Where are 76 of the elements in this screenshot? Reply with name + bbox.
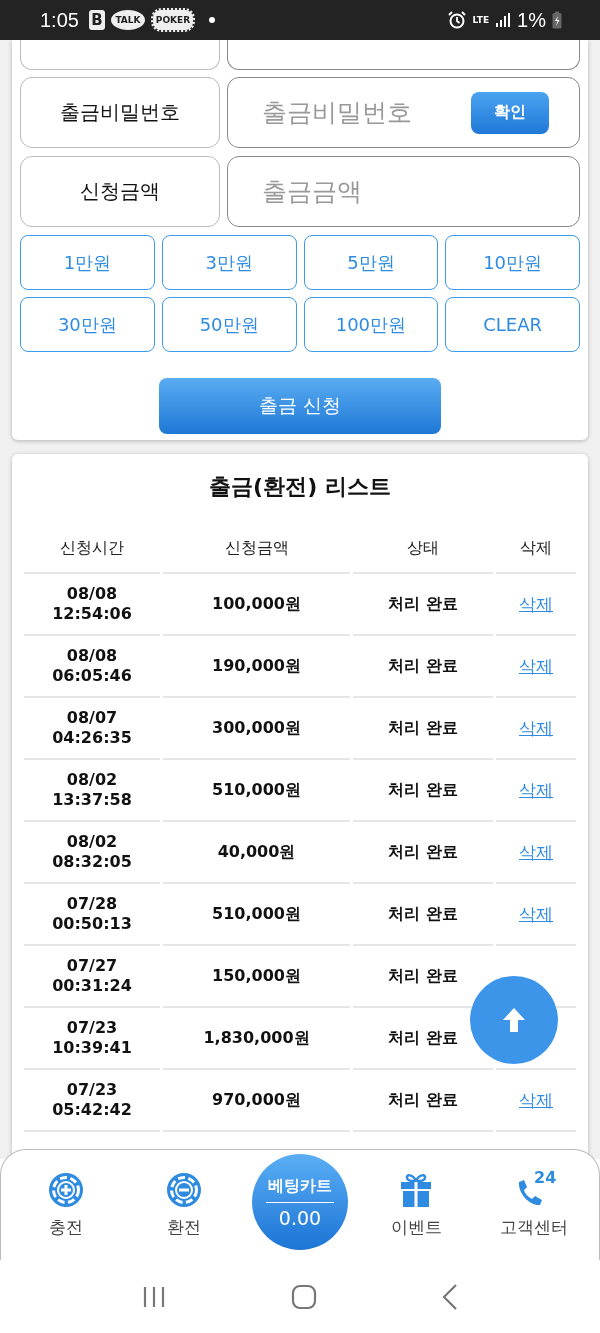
table-cell: 510,000원 [163, 884, 350, 946]
amount-button[interactable]: 10만원 [445, 235, 580, 290]
chat-notification-icon: TALK [110, 10, 145, 30]
table-cell: 08/02 08:32:05 [24, 822, 160, 884]
battery-charging-icon [552, 11, 562, 29]
table-cell: 300,000원 [163, 698, 350, 760]
table-cell: 07/28 00:50:13 [24, 884, 160, 946]
column-header: 신청시간 [24, 524, 160, 574]
delete-link[interactable]: 삭제 [519, 716, 553, 740]
field-label: 출금비밀번호 [20, 77, 220, 148]
table-cell: 07/27 00:31:24 [24, 946, 160, 1008]
table-cell: 970,000원 [163, 1070, 350, 1132]
nav-label[interactable]: 이벤트 [390, 1215, 442, 1239]
table-cell: 처리 완료 [353, 1070, 493, 1132]
table-cell: 07/23 10:39:41 [24, 1008, 160, 1070]
table-cell: 08/02 13:37:58 [24, 760, 160, 822]
table-cell: 510,000원 [163, 760, 350, 822]
plus-chip-icon[interactable] [48, 1171, 84, 1208]
amount-button[interactable]: 1만원 [20, 235, 155, 290]
delete-link[interactable]: 삭제 [519, 1088, 553, 1112]
clock-time: 1:05 [40, 8, 79, 32]
table-cell: 150,000원 [163, 946, 350, 1008]
column-header: 상태 [353, 524, 493, 574]
delete-link[interactable]: 삭제 [519, 654, 553, 678]
up-arrow-icon [501, 1007, 527, 1033]
table-cell: 08/07 04:26:35 [24, 698, 160, 760]
dot-icon [208, 17, 215, 23]
back-icon[interactable] [441, 1283, 458, 1310]
amount-button[interactable]: 3만원 [161, 235, 297, 290]
table-cell: 처리 완료 [353, 884, 493, 946]
table-cell: 40,000원 [163, 822, 350, 884]
betting-cart-button[interactable]: 베팅카트 0.00 [252, 1154, 348, 1250]
table-cell: 100,000원 [163, 574, 350, 636]
chip-notification-icon: POKER [150, 8, 195, 32]
delete-link[interactable]: 삭제 [519, 592, 553, 616]
recent-apps-icon[interactable] [142, 1285, 167, 1308]
nav-label[interactable]: 환전 [167, 1215, 201, 1239]
delete-link[interactable]: 삭제 [519, 902, 553, 926]
table-cell: 07/23 05:42:42 [24, 1070, 160, 1132]
input-field[interactable]: 출금비밀번호 [260, 97, 471, 128]
column-header: 삭제 [496, 524, 576, 574]
submit-button[interactable]: 출금 신청 [159, 378, 441, 434]
table-cell: 처리 완료 [353, 698, 493, 760]
app-notification-icon: B [88, 10, 105, 30]
table-cell: 1,830,000원 [163, 1008, 350, 1070]
home-icon[interactable] [291, 1283, 317, 1310]
table-cell: 190,000원 [163, 636, 350, 698]
amount-button[interactable]: 30만원 [20, 297, 155, 352]
table-cell: 처리 완료 [353, 636, 493, 698]
amount-button[interactable]: 5만원 [303, 235, 439, 290]
amount-button[interactable]: 50만원 [161, 297, 297, 352]
delete-link[interactable]: 삭제 [519, 840, 553, 864]
table-cell: 08/08 12:54:06 [24, 574, 160, 636]
battery-percent: 1% [517, 8, 546, 32]
nav-label[interactable]: 고객센터 [500, 1215, 568, 1239]
gift-icon[interactable] [399, 1171, 433, 1208]
minus-chip-icon[interactable] [166, 1171, 202, 1208]
input-field[interactable]: 출금금액 [260, 176, 549, 207]
column-header: 신청금액 [163, 524, 350, 574]
network-type: LTE [472, 15, 490, 25]
table-cell: 08/08 06:05:46 [24, 636, 160, 698]
input-field[interactable] [227, 40, 580, 70]
alarm-icon [446, 10, 467, 30]
amount-button[interactable]: CLEAR [445, 297, 580, 352]
list-title: 출금(환전) 리스트 [208, 473, 392, 501]
input-box[interactable]: 출금금액 [227, 156, 580, 227]
field-label: 신청금액 [20, 156, 220, 227]
signal-icon [495, 12, 512, 28]
amount-button[interactable]: 100만원 [303, 297, 439, 352]
confirm-button[interactable]: 확인 [471, 91, 549, 134]
delete-link[interactable]: 삭제 [519, 778, 553, 802]
nav-label[interactable]: 충전 [49, 1215, 83, 1239]
table-cell: 처리 완료 [353, 760, 493, 822]
table-cell: 처리 완료 [353, 822, 493, 884]
input-box[interactable]: 출금비밀번호 확인 [227, 77, 580, 148]
table-cell: 처리 완료 [353, 574, 493, 636]
